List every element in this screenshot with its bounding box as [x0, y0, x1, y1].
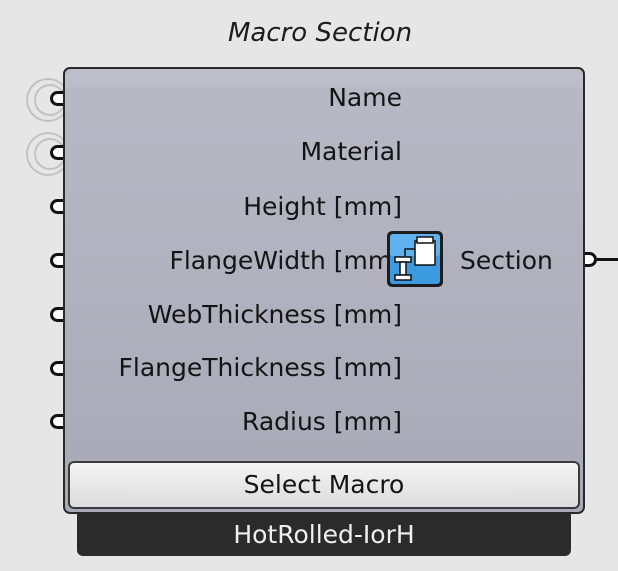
input-label-flangethickness[interactable]: FlangeThickness [mm] [119, 348, 402, 388]
input-grip-webthickness[interactable] [50, 307, 63, 322]
output-grip-section[interactable] [585, 252, 597, 267]
output-label-section[interactable]: Section [460, 241, 553, 281]
i-beam-section-icon [385, 229, 445, 289]
input-grip-flangethickness[interactable] [50, 361, 63, 376]
input-grip-radius[interactable] [50, 414, 63, 429]
component-title: Macro Section [227, 18, 413, 48]
output-wire [597, 258, 618, 261]
input-label-webthickness[interactable]: WebThickness [mm] [148, 295, 402, 335]
select-macro-button[interactable]: Select Macro [68, 461, 580, 509]
input-grip-material[interactable] [50, 145, 63, 160]
input-label-flangewidth[interactable]: FlangeWidth [mm] [169, 241, 402, 281]
input-grip-name[interactable] [50, 91, 63, 106]
input-label-radius[interactable]: Radius [mm] [242, 402, 402, 442]
input-label-name[interactable]: Name [328, 78, 402, 118]
macro-name-tag: HotRolled-IorH [77, 514, 571, 556]
input-grip-height[interactable] [50, 199, 63, 214]
input-label-material[interactable]: Material [300, 132, 402, 172]
input-grip-flangewidth[interactable] [50, 253, 63, 268]
input-label-height[interactable]: Height [mm] [243, 187, 402, 227]
